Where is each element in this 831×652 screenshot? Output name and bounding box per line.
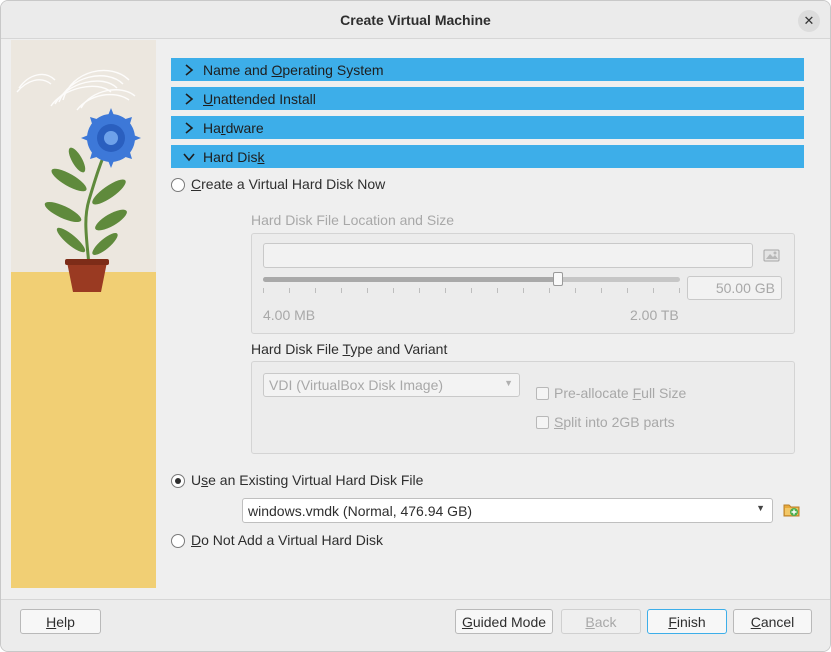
create-disk-radio[interactable] <box>171 178 185 192</box>
finish-button[interactable]: Finish <box>647 609 727 634</box>
dropdown-arrow-icon: ▼ <box>756 503 765 513</box>
disk-type-select[interactable]: VDI (VirtualBox Disk Image) ▼ <box>263 373 520 397</box>
window-title: Create Virtual Machine <box>340 12 491 28</box>
preallocate-label[interactable]: Pre-allocate Full Size <box>554 385 686 401</box>
slider-min-label: 4.00 MB <box>263 307 316 323</box>
folder-open-icon[interactable] <box>763 247 781 263</box>
dialog-footer: Help Guided Mode Back Finish Cancel <box>1 599 830 651</box>
chevron-right-icon <box>181 91 197 107</box>
help-button[interactable]: Help <box>20 609 101 634</box>
dropdown-arrow-icon: ▼ <box>504 378 513 388</box>
disk-location-input[interactable] <box>263 243 753 268</box>
split-label[interactable]: Split into 2GB parts <box>554 414 675 430</box>
existing-disk-label[interactable]: Use an Existing Virtual Hard Disk File <box>191 472 423 488</box>
preallocate-checkbox[interactable] <box>536 387 549 400</box>
disk-size-slider-handle[interactable] <box>553 272 563 286</box>
chevron-down-icon <box>181 149 197 165</box>
location-group-title: Hard Disk File Location and Size <box>251 212 455 228</box>
hard-disk-page: Name and Operating System Unattended Ins… <box>156 40 830 588</box>
create-disk-label[interactable]: Create a Virtual Hard Disk Now <box>191 176 385 192</box>
back-button[interactable]: Back <box>561 609 641 634</box>
wizard-illustration <box>11 40 156 588</box>
type-variant-group: VDI (VirtualBox Disk Image) ▼ Pre-alloca… <box>251 361 795 454</box>
disk-type-value: VDI (VirtualBox Disk Image) <box>269 377 444 393</box>
split-checkbox[interactable] <box>536 416 549 429</box>
folder-add-icon[interactable] <box>783 501 801 519</box>
slider-max-label: 2.00 TB <box>630 307 679 323</box>
section-hardware[interactable]: Hardware <box>171 116 804 139</box>
slider-ticks <box>263 288 680 293</box>
location-size-group: 50.00 GB 4.00 MB 2.00 TB <box>251 233 795 334</box>
create-vm-dialog: Create Virtual Machine ✕ Name and Operat… <box>0 0 831 652</box>
no-disk-label[interactable]: Do Not Add a Virtual Hard Disk <box>191 532 383 548</box>
close-icon: ✕ <box>803 13 815 28</box>
no-disk-radio[interactable] <box>171 534 185 548</box>
section-hard-disk[interactable]: Hard Disk <box>171 145 804 168</box>
section-name-os[interactable]: Name and Operating System <box>171 58 804 81</box>
disk-size-value: 50.00 GB <box>715 280 775 296</box>
section-label: Unattended Install <box>203 90 316 107</box>
section-label: Name and Operating System <box>203 61 384 78</box>
existing-disk-select[interactable]: windows.vmdk (Normal, 476.94 GB) ▼ <box>242 498 773 523</box>
chevron-right-icon <box>181 62 197 78</box>
section-unattended-install[interactable]: Unattended Install <box>171 87 804 110</box>
section-label: Hardware <box>203 119 264 136</box>
disk-size-input[interactable]: 50.00 GB <box>687 276 782 300</box>
disk-size-slider-fill <box>263 277 558 282</box>
existing-disk-radio[interactable] <box>171 474 185 488</box>
cancel-button[interactable]: Cancel <box>733 609 812 634</box>
close-button[interactable]: ✕ <box>798 10 820 32</box>
chevron-right-icon <box>181 120 197 136</box>
type-group-title: Hard Disk File Type and Variant <box>251 341 448 357</box>
section-label: Hard Disk <box>203 148 265 165</box>
guided-mode-button[interactable]: Guided Mode <box>455 609 553 634</box>
existing-disk-value: windows.vmdk (Normal, 476.94 GB) <box>248 502 473 519</box>
plant-illustration <box>16 69 141 292</box>
title-bar: Create Virtual Machine ✕ <box>1 1 830 39</box>
